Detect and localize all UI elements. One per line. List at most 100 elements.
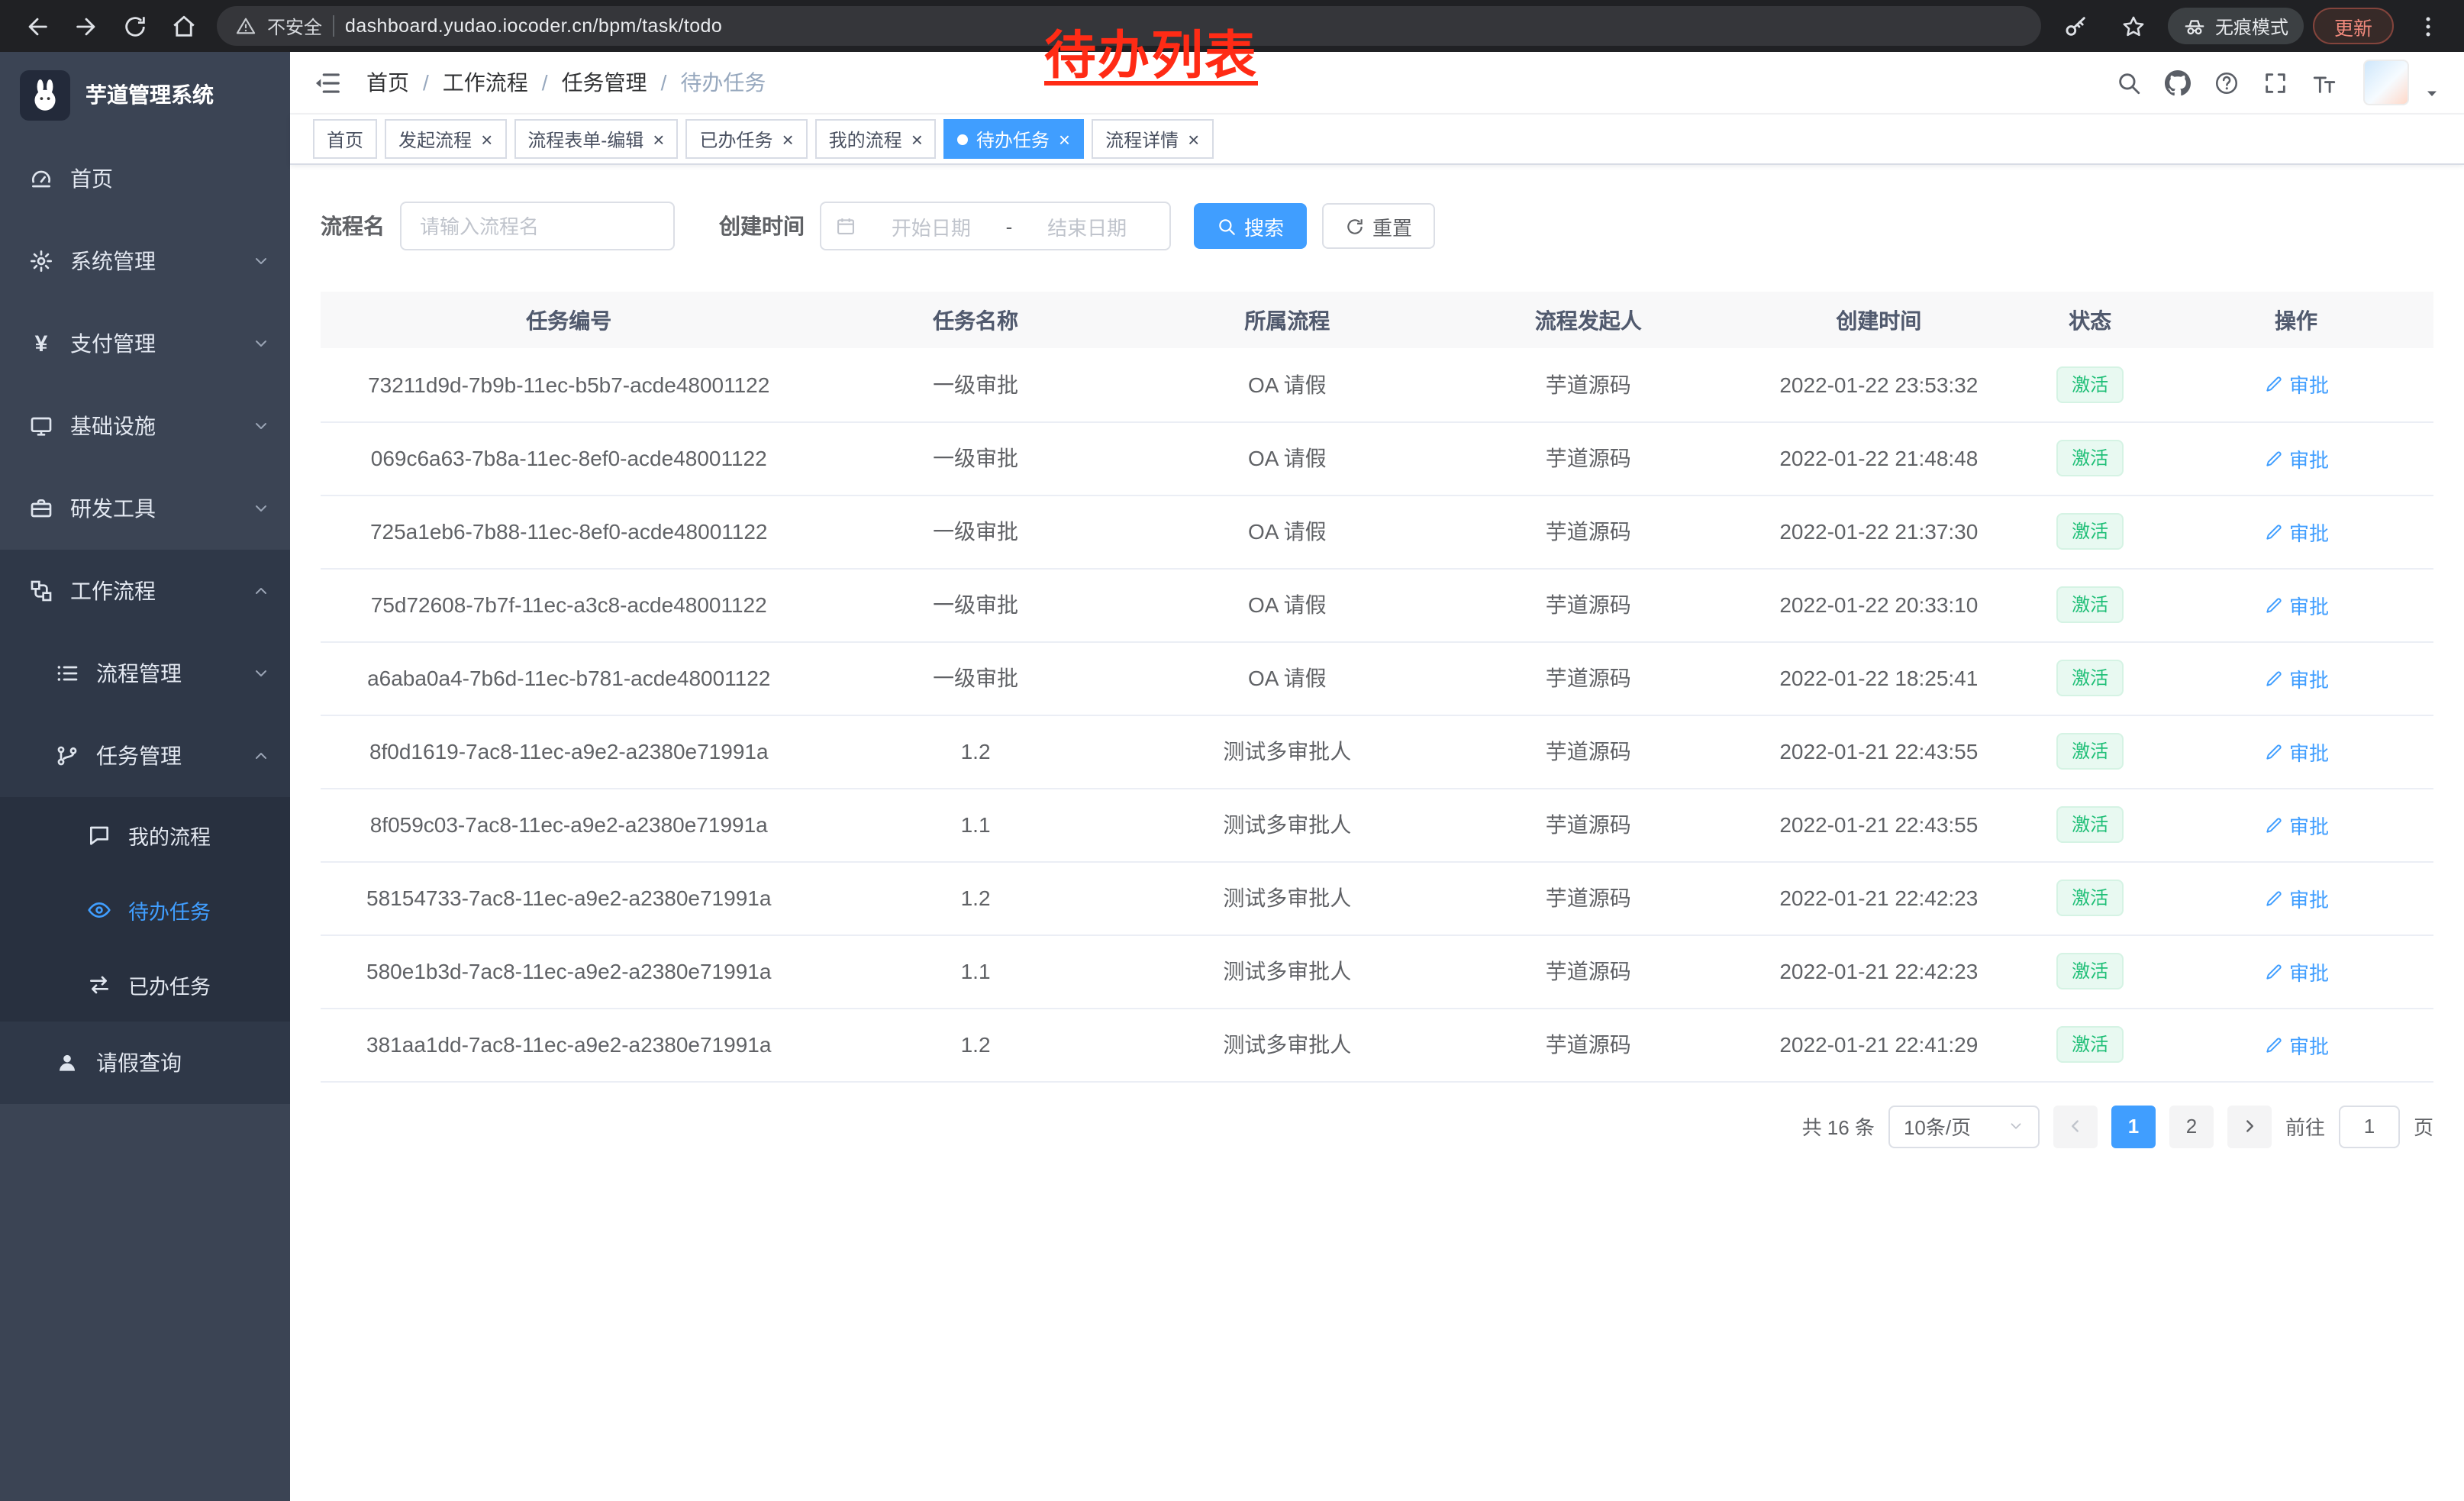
sidebar-item-label: 我的流程 <box>128 819 211 850</box>
search-icon[interactable] <box>2116 69 2142 95</box>
browser-back-button[interactable] <box>15 5 58 47</box>
password-key-button[interactable] <box>2055 5 2098 47</box>
sidebar-item-my-process[interactable]: 我的流程 <box>0 797 290 872</box>
sidebar-item-process-management[interactable]: 流程管理 <box>0 632 290 715</box>
edit-icon <box>2263 375 2283 395</box>
sidebar-fold-icon[interactable] <box>313 68 342 97</box>
sidebar-item-infrastructure[interactable]: 基础设施 <box>0 385 290 467</box>
tab-close-icon[interactable]: × <box>651 129 664 149</box>
sidebar-item-leave-query[interactable]: 请假查询 <box>0 1022 290 1104</box>
cell-task-name: 一级审批 <box>817 348 1134 421</box>
browser-reload-button[interactable] <box>113 5 156 47</box>
approve-link[interactable]: 审批 <box>2263 737 2329 766</box>
table-row: 8f059c03-7ac8-11ec-a9e2-a2380e71991a 1.1… <box>321 788 2433 861</box>
sidebar-item-home[interactable]: 首页 <box>0 137 290 220</box>
monitor-icon <box>29 414 53 438</box>
tab-2[interactable]: 流程表单-编辑× <box>514 119 678 159</box>
sidebar-item-task-management[interactable]: 任务管理 <box>0 715 290 797</box>
tab-close-icon[interactable]: × <box>1186 129 1199 149</box>
browser-update-button[interactable]: 更新 <box>2313 8 2394 44</box>
cell-action: 审批 <box>2159 421 2433 495</box>
sidebar-item-todo-task[interactable]: 待办任务 <box>0 872 290 947</box>
browser-menu-button[interactable] <box>2406 5 2449 47</box>
app-logo-image <box>20 69 70 120</box>
breadcrumb-separator: / <box>423 70 429 95</box>
approve-link[interactable]: 审批 <box>2263 810 2329 839</box>
caret-down-icon[interactable] <box>2423 84 2441 102</box>
security-label[interactable]: 不安全 <box>267 13 322 39</box>
page-button-1[interactable]: 1 <box>2111 1105 2156 1148</box>
help-icon[interactable] <box>2214 69 2240 95</box>
approve-link[interactable]: 审批 <box>2263 517 2329 546</box>
fullscreen-icon[interactable] <box>2262 69 2288 95</box>
cell-initiator: 芋道源码 <box>1440 348 1737 421</box>
table-row: 725a1eb6-7b88-11ec-8ef0-acde48001122 一级审… <box>321 495 2433 568</box>
browser-forward-button[interactable] <box>64 5 107 47</box>
tab-3[interactable]: 已办任务× <box>685 119 807 159</box>
approve-link[interactable]: 审批 <box>2263 1030 2329 1059</box>
approve-link[interactable]: 审批 <box>2263 663 2329 692</box>
yen-icon: ¥ <box>29 331 53 356</box>
approve-link[interactable]: 审批 <box>2263 370 2329 399</box>
tab-4[interactable]: 我的流程× <box>815 119 937 159</box>
task-management-submenu: 我的流程 待办任务 已办任务 <box>0 797 290 1022</box>
tab-0[interactable]: 首页 <box>313 119 377 159</box>
date-range-picker[interactable]: 开始日期 - 结束日期 <box>820 202 1171 250</box>
font-size-icon[interactable] <box>2311 69 2337 95</box>
start-date-placeholder[interactable]: 开始日期 <box>863 211 1000 240</box>
approve-link-label: 审批 <box>2289 883 2329 912</box>
gear-icon <box>29 249 53 273</box>
col-initiator: 流程发起人 <box>1440 292 1737 348</box>
page-size-select[interactable]: 10条/页 <box>1888 1105 2040 1148</box>
sidebar-item-system-management[interactable]: 系统管理 <box>0 220 290 302</box>
task-table-body: 73211d9d-7b9b-11ec-b5b7-acde48001122 一级审… <box>321 348 2433 1081</box>
approve-link-label: 审批 <box>2289 444 2329 473</box>
search-button[interactable]: 搜索 <box>1194 203 1307 249</box>
tab-close-icon[interactable]: × <box>1057 129 1070 149</box>
sidebar-item-label: 基础设施 <box>70 411 156 441</box>
sidebar-item-done-task[interactable]: 已办任务 <box>0 947 290 1022</box>
reset-button[interactable]: 重置 <box>1322 203 1435 249</box>
bookmark-star-button[interactable] <box>2113 5 2156 47</box>
edit-icon <box>2263 668 2283 688</box>
approve-link[interactable]: 审批 <box>2263 590 2329 619</box>
breadcrumb-current: 待办任务 <box>680 67 766 98</box>
app-logo[interactable]: 芋道管理系统 <box>0 52 290 137</box>
goto-page-input[interactable] <box>2339 1105 2400 1148</box>
tab-5[interactable]: 待办任务× <box>944 119 1084 159</box>
breadcrumb-task-management[interactable]: 任务管理 <box>562 67 647 98</box>
cell-initiator: 芋道源码 <box>1440 495 1737 568</box>
approve-link[interactable]: 审批 <box>2263 883 2329 912</box>
star-icon <box>2121 13 2147 39</box>
tab-1[interactable]: 发起流程× <box>385 119 506 159</box>
sidebar-item-workflow[interactable]: 工作流程 <box>0 550 290 632</box>
prev-page-button[interactable] <box>2053 1105 2098 1148</box>
toolbox-icon <box>29 496 53 521</box>
page-button-2[interactable]: 2 <box>2169 1105 2214 1148</box>
tab-close-icon[interactable]: × <box>780 129 793 149</box>
user-icon <box>55 1051 79 1075</box>
browser-home-button[interactable] <box>162 5 205 47</box>
sidebar-item-label: 研发工具 <box>70 493 156 524</box>
cell-action: 审批 <box>2159 495 2433 568</box>
table-row: 75d72608-7b7f-11ec-a3c8-acde48001122 一级审… <box>321 568 2433 641</box>
tab-6[interactable]: 流程详情× <box>1092 119 1213 159</box>
github-icon[interactable] <box>2165 69 2191 95</box>
avatar[interactable] <box>2363 60 2409 105</box>
sidebar-item-dev-tools[interactable]: 研发工具 <box>0 467 290 550</box>
tab-close-icon[interactable]: × <box>479 129 492 149</box>
cell-initiator: 芋道源码 <box>1440 861 1737 934</box>
cell-initiator: 芋道源码 <box>1440 788 1737 861</box>
url-text[interactable]: dashboard.yudao.iocoder.cn/bpm/task/todo <box>345 15 722 37</box>
sidebar-item-payment-management[interactable]: ¥ 支付管理 <box>0 302 290 385</box>
tab-close-icon[interactable]: × <box>910 129 923 149</box>
breadcrumb-workflow[interactable]: 工作流程 <box>443 67 528 98</box>
cell-create-time: 2022-01-22 23:53:32 <box>1737 348 2022 421</box>
approve-link[interactable]: 审批 <box>2263 444 2329 473</box>
next-page-button[interactable] <box>2227 1105 2272 1148</box>
process-name-input[interactable] <box>400 202 675 250</box>
approve-link[interactable]: 审批 <box>2263 957 2329 986</box>
end-date-placeholder[interactable]: 结束日期 <box>1018 211 1156 240</box>
cell-action: 审批 <box>2159 715 2433 788</box>
breadcrumb-home[interactable]: 首页 <box>366 67 409 98</box>
